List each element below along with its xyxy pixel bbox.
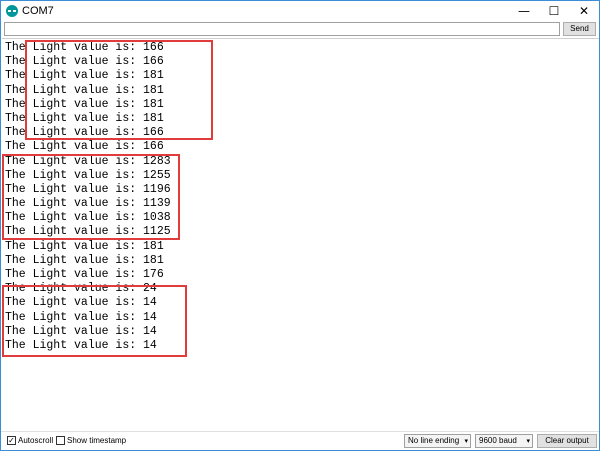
send-input[interactable] bbox=[4, 22, 560, 36]
baud-rate-value: 9600 baud bbox=[479, 436, 517, 445]
timestamp-label: Show timestamp bbox=[67, 436, 127, 445]
clear-output-button[interactable]: Clear output bbox=[537, 434, 597, 448]
serial-output[interactable]: The Light value is: 166 The Light value i… bbox=[2, 38, 599, 431]
serial-monitor-window: COM7 — ☐ ✕ Send The Light value is: 166 T… bbox=[0, 0, 600, 451]
close-button[interactable]: ✕ bbox=[569, 1, 599, 21]
timestamp-checkbox[interactable] bbox=[56, 436, 65, 445]
maximize-button[interactable]: ☐ bbox=[539, 1, 569, 21]
highlight-box-baseline bbox=[25, 40, 213, 140]
chevron-down-icon: ▾ bbox=[526, 437, 530, 445]
output-line: The Light value is: 176 bbox=[5, 268, 164, 281]
window-title: COM7 bbox=[22, 5, 54, 17]
output-line: The Light value is: 181 bbox=[5, 239, 164, 253]
highlight-box-bright bbox=[2, 154, 180, 240]
send-bar: Send bbox=[1, 21, 599, 37]
title-bar: COM7 — ☐ ✕ bbox=[1, 1, 599, 21]
minimize-button[interactable]: — bbox=[509, 1, 539, 21]
output-line: The Light value is: 181 bbox=[5, 253, 164, 267]
chevron-down-icon: ▾ bbox=[464, 437, 468, 445]
status-bar: ✓ Autoscroll Show timestamp No line endi… bbox=[1, 431, 599, 450]
output-line: The Light value is: 166 bbox=[5, 140, 164, 154]
send-button[interactable]: Send bbox=[563, 22, 596, 36]
baud-rate-select[interactable]: 9600 baud ▾ bbox=[475, 434, 533, 448]
arduino-icon bbox=[6, 5, 18, 17]
autoscroll-label: Autoscroll bbox=[18, 436, 54, 445]
highlight-box-dark bbox=[2, 285, 187, 357]
line-ending-select[interactable]: No line ending ▾ bbox=[404, 434, 471, 448]
line-ending-value: No line ending bbox=[408, 436, 460, 445]
autoscroll-checkbox[interactable]: ✓ bbox=[7, 436, 16, 445]
